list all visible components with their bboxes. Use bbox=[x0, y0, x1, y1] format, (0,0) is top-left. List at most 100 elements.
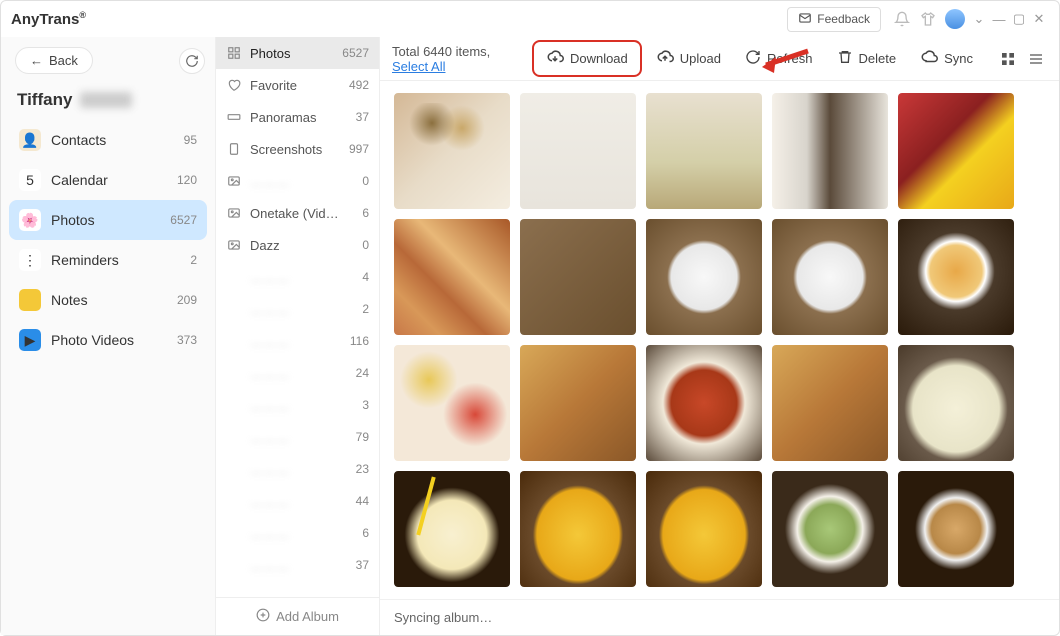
feedback-button[interactable]: Feedback bbox=[787, 7, 881, 32]
album-item[interactable]: ……… 0 bbox=[216, 165, 379, 197]
photo-thumbnail[interactable] bbox=[772, 471, 888, 587]
album-item[interactable]: ……… 6 bbox=[216, 517, 379, 549]
album-item[interactable]: ……… 23 bbox=[216, 453, 379, 485]
photo-thumbnail[interactable] bbox=[394, 93, 510, 209]
add-album-button[interactable]: Add Album bbox=[216, 597, 379, 635]
album-label: Panoramas bbox=[250, 110, 316, 125]
nav-label: Calendar bbox=[51, 172, 108, 188]
album-label: ……… bbox=[250, 494, 289, 509]
photo-thumbnail[interactable] bbox=[898, 93, 1014, 209]
nav-item-contacts[interactable]: 👤 Contacts 95 bbox=[9, 120, 207, 160]
select-all-link[interactable]: Select All bbox=[392, 59, 445, 74]
album-icon bbox=[226, 237, 242, 253]
user-row: Tiffany bbox=[1, 84, 215, 120]
photo-thumbnail[interactable] bbox=[646, 93, 762, 209]
album-count: 997 bbox=[349, 142, 369, 156]
album-item[interactable]: ……… 3 bbox=[216, 389, 379, 421]
photo-thumbnail[interactable] bbox=[646, 471, 762, 587]
nav-icon: 🌸 bbox=[19, 209, 41, 231]
back-label: Back bbox=[49, 53, 78, 68]
minimize-button[interactable]: — bbox=[992, 12, 1006, 26]
upload-button[interactable]: Upload bbox=[646, 43, 731, 74]
album-icon bbox=[226, 493, 242, 509]
nav-item-notes[interactable]: Notes 209 bbox=[9, 280, 207, 320]
album-item[interactable]: ……… 116 bbox=[216, 325, 379, 357]
photo-thumbnail[interactable] bbox=[898, 471, 1014, 587]
album-item[interactable]: Onetake (Vid… 6 bbox=[216, 197, 379, 229]
photo-thumbnail[interactable] bbox=[772, 345, 888, 461]
photo-thumbnail[interactable] bbox=[772, 93, 888, 209]
maximize-button[interactable]: ▢ bbox=[1012, 12, 1026, 26]
album-count: 37 bbox=[356, 110, 369, 124]
plus-icon bbox=[256, 608, 270, 625]
photo-thumbnail[interactable] bbox=[898, 219, 1014, 335]
nav-item-reminders[interactable]: ⋮ Reminders 2 bbox=[9, 240, 207, 280]
album-item[interactable]: ……… 44 bbox=[216, 485, 379, 517]
album-label: Photos bbox=[250, 46, 290, 61]
delete-button[interactable]: Delete bbox=[827, 44, 907, 73]
sync-label: Sync bbox=[944, 51, 973, 66]
album-item[interactable]: Photos 6527 bbox=[216, 37, 379, 69]
bell-icon[interactable] bbox=[893, 10, 911, 28]
nav-item-photo-videos[interactable]: ▶ Photo Videos 373 bbox=[9, 320, 207, 360]
album-icon bbox=[226, 173, 242, 189]
toolbar: Total 6440 items, Select All Download Up… bbox=[380, 37, 1059, 81]
nav-icon bbox=[19, 289, 41, 311]
album-item[interactable]: Screenshots 997 bbox=[216, 133, 379, 165]
photo-thumbnail[interactable] bbox=[394, 471, 510, 587]
album-item[interactable]: Dazz 0 bbox=[216, 229, 379, 261]
trash-icon bbox=[837, 49, 853, 68]
photo-thumbnail[interactable] bbox=[394, 219, 510, 335]
album-count: 2 bbox=[362, 302, 369, 316]
nav-count: 2 bbox=[190, 253, 197, 267]
avatar[interactable] bbox=[945, 9, 965, 29]
album-item[interactable]: ……… 37 bbox=[216, 549, 379, 581]
close-button[interactable]: ✕ bbox=[1032, 12, 1046, 26]
photo-thumbnail[interactable] bbox=[520, 345, 636, 461]
nav-item-calendar[interactable]: 5 Calendar 120 bbox=[9, 160, 207, 200]
album-label: ……… bbox=[250, 270, 289, 285]
album-label: ……… bbox=[250, 558, 289, 573]
album-item[interactable]: Panoramas 37 bbox=[216, 101, 379, 133]
album-item[interactable]: ……… 2 bbox=[216, 293, 379, 325]
album-icon bbox=[226, 557, 242, 573]
photo-thumbnail[interactable] bbox=[646, 219, 762, 335]
titlebar: AnyTrans® Feedback ⌄ — ▢ ✕ bbox=[1, 1, 1059, 37]
album-item[interactable]: ……… 4 bbox=[216, 261, 379, 293]
list-view-button[interactable] bbox=[1025, 48, 1047, 70]
arrow-left-icon: ← bbox=[30, 53, 43, 68]
content-area: Total 6440 items, Select All Download Up… bbox=[380, 37, 1059, 635]
album-item[interactable]: ……… 24 bbox=[216, 357, 379, 389]
photo-thumbnail[interactable] bbox=[520, 471, 636, 587]
refresh-icon-button[interactable] bbox=[179, 48, 205, 74]
nav-icon: 👤 bbox=[19, 129, 41, 151]
album-item[interactable]: ……… 79 bbox=[216, 421, 379, 453]
album-label: ……… bbox=[250, 398, 289, 413]
album-icon bbox=[226, 269, 242, 285]
photo-thumbnail[interactable] bbox=[772, 219, 888, 335]
album-icon bbox=[226, 365, 242, 381]
photo-thumbnail[interactable] bbox=[520, 219, 636, 335]
back-button[interactable]: ← Back bbox=[15, 47, 93, 74]
sync-button[interactable]: Sync bbox=[910, 43, 983, 74]
photo-thumbnail[interactable] bbox=[520, 93, 636, 209]
chevron-down-icon[interactable]: ⌄ bbox=[972, 12, 986, 26]
album-count: 4 bbox=[362, 270, 369, 284]
photo-thumbnail[interactable] bbox=[646, 345, 762, 461]
refresh-icon bbox=[745, 49, 761, 68]
total-items-text: Total 6440 items, Select All bbox=[392, 44, 524, 74]
album-item[interactable]: Favorite 492 bbox=[216, 69, 379, 101]
refresh-button[interactable]: Refresh bbox=[735, 44, 823, 73]
cloud-download-icon bbox=[546, 48, 564, 69]
photo-thumbnail[interactable] bbox=[898, 345, 1014, 461]
nav-item-photos[interactable]: 🌸 Photos 6527 bbox=[9, 200, 207, 240]
album-count: 0 bbox=[362, 238, 369, 252]
add-album-label: Add Album bbox=[276, 609, 339, 624]
download-button[interactable]: Download bbox=[532, 40, 642, 77]
photo-thumbnail[interactable] bbox=[394, 345, 510, 461]
user-name: Tiffany bbox=[17, 90, 72, 110]
album-label: ……… bbox=[250, 334, 289, 349]
nav-count: 6527 bbox=[170, 213, 197, 227]
grid-view-button[interactable] bbox=[997, 48, 1019, 70]
shirt-icon[interactable] bbox=[919, 10, 937, 28]
